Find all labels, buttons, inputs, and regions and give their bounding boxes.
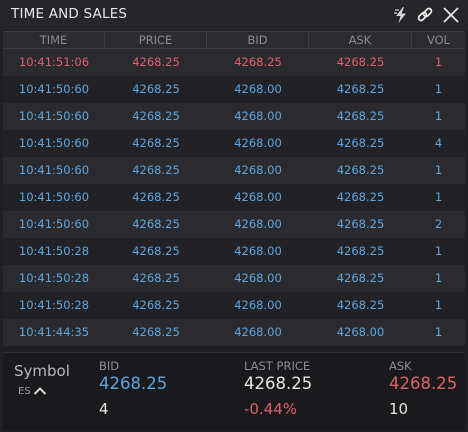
cell-ask: 4268.25 bbox=[336, 109, 385, 123]
table-row[interactable]: 10:41:50:28 4268.25 4268.00 4268.25 1 bbox=[3, 292, 465, 319]
cell-vol: 2 bbox=[434, 217, 443, 231]
cell-bid: 4268.00 bbox=[234, 136, 282, 150]
cell-ask: 4268.25 bbox=[336, 82, 385, 96]
cell-ask: 4268.25 bbox=[336, 190, 385, 204]
cell-time: 10:41:50:60 bbox=[18, 82, 90, 96]
table-row[interactable]: 10:41:50:28 4268.25 4268.00 4268.25 1 bbox=[3, 238, 465, 265]
column-header-vol[interactable]: VOL bbox=[412, 32, 465, 48]
cell-ask: 4268.25 bbox=[336, 136, 385, 150]
last-price: 4268.25 bbox=[244, 374, 313, 393]
cell-bid: 4268.00 bbox=[234, 298, 282, 312]
cell-price: 4268.25 bbox=[132, 298, 180, 312]
table-row[interactable]: 10:41:50:60 4268.25 4268.00 4268.25 4 bbox=[3, 130, 465, 157]
column-header-row: TIME PRICE BID ASK VOL bbox=[3, 31, 465, 49]
column-header-bid[interactable]: BID bbox=[207, 32, 309, 48]
symbol-label: Symbol bbox=[14, 362, 70, 380]
table-row[interactable]: 10:41:50:60 4268.25 4268.00 4268.25 1 bbox=[3, 157, 465, 184]
cell-vol: 1 bbox=[434, 163, 443, 177]
table-row[interactable]: 10:41:50:60 4268.25 4268.00 4268.25 2 bbox=[3, 211, 465, 238]
ask-label: ASK bbox=[389, 359, 412, 373]
bid-price: 4268.25 bbox=[99, 374, 168, 393]
cell-ask: 4268.00 bbox=[336, 325, 385, 339]
cell-vol: 1 bbox=[434, 55, 443, 69]
cell-vol: 1 bbox=[434, 82, 443, 96]
cell-price: 4268.25 bbox=[132, 82, 180, 96]
table-row[interactable]: 10:41:51:06 4268.25 4268.25 4268.25 1 bbox=[3, 49, 465, 76]
cell-vol: 4 bbox=[434, 136, 443, 150]
table-row[interactable]: 10:41:44:35 4268.25 4268.00 4268.00 1 bbox=[3, 319, 465, 346]
cell-bid: 4268.00 bbox=[234, 190, 282, 204]
cell-price: 4268.25 bbox=[132, 109, 180, 123]
time-and-sales-window: TIME AND SALES TIME PRICE BID ASK VOL 10… bbox=[0, 0, 468, 432]
cell-ask: 4268.25 bbox=[336, 55, 385, 69]
close-icon[interactable] bbox=[441, 5, 461, 25]
cell-price: 4268.25 bbox=[132, 136, 180, 150]
cell-ask: 4268.25 bbox=[336, 163, 385, 177]
cell-time: 10:41:51:06 bbox=[18, 55, 90, 69]
cell-vol: 1 bbox=[434, 190, 443, 204]
table-row[interactable]: 10:41:50:28 4268.25 4268.00 4268.25 1 bbox=[3, 265, 465, 292]
cell-time: 10:41:50:60 bbox=[18, 163, 90, 177]
cell-vol: 1 bbox=[434, 325, 443, 339]
cell-bid: 4268.25 bbox=[234, 55, 282, 69]
cell-bid: 4268.00 bbox=[234, 271, 282, 285]
bid-label: BID bbox=[99, 359, 120, 373]
cell-price: 4268.25 bbox=[132, 55, 180, 69]
title-bar: TIME AND SALES bbox=[0, 0, 468, 30]
cell-time: 10:41:50:60 bbox=[18, 190, 90, 204]
cell-time: 10:41:50:60 bbox=[18, 217, 90, 231]
cell-bid: 4268.00 bbox=[234, 109, 282, 123]
ask-size: 10 bbox=[389, 400, 409, 418]
cell-ask: 4268.25 bbox=[336, 271, 385, 285]
cell-bid: 4268.00 bbox=[234, 217, 282, 231]
cell-ask: 4268.25 bbox=[336, 244, 385, 258]
last-price-label: LAST PRICE bbox=[244, 359, 311, 373]
cell-bid: 4268.00 bbox=[234, 163, 282, 177]
cell-time: 10:41:50:28 bbox=[18, 298, 90, 312]
table-row[interactable]: 10:41:50:60 4268.25 4268.00 4268.25 1 bbox=[3, 184, 465, 211]
table-row[interactable]: 10:41:50:60 4268.25 4268.00 4268.25 1 bbox=[3, 76, 465, 103]
symbol-value[interactable]: ES bbox=[18, 386, 31, 397]
cell-bid: 4268.00 bbox=[234, 82, 282, 96]
last-price-change: -0.44% bbox=[244, 400, 298, 418]
lightning-bolt-icon[interactable] bbox=[392, 6, 410, 24]
window-title: TIME AND SALES bbox=[11, 6, 128, 22]
cell-vol: 1 bbox=[434, 244, 443, 258]
cell-price: 4268.25 bbox=[132, 190, 180, 204]
cell-time: 10:41:50:28 bbox=[18, 244, 90, 258]
cell-time: 10:41:50:28 bbox=[18, 271, 90, 285]
column-header-ask[interactable]: ASK bbox=[309, 32, 412, 48]
quote-footer: Symbol ES BID 4268.25 4 LAST PRICE 4268.… bbox=[3, 352, 465, 430]
cell-vol: 1 bbox=[434, 298, 443, 312]
cell-time: 10:41:50:60 bbox=[18, 109, 90, 123]
column-header-price[interactable]: PRICE bbox=[105, 32, 207, 48]
cell-price: 4268.25 bbox=[132, 244, 180, 258]
cell-time: 10:41:44:35 bbox=[18, 325, 90, 339]
trade-list: 10:41:51:06 4268.25 4268.25 4268.25 1 10:41:5… bbox=[3, 49, 465, 346]
bid-size: 4 bbox=[99, 400, 109, 418]
cell-price: 4268.25 bbox=[132, 217, 180, 231]
column-header-time[interactable]: TIME bbox=[3, 32, 105, 48]
cell-time: 10:41:50:60 bbox=[18, 136, 90, 150]
cell-ask: 4268.25 bbox=[336, 298, 385, 312]
cell-price: 4268.25 bbox=[132, 271, 180, 285]
chain-link-icon[interactable] bbox=[416, 6, 434, 24]
chevron-up-icon[interactable] bbox=[33, 386, 47, 396]
cell-vol: 1 bbox=[434, 109, 443, 123]
ask-price: 4268.25 bbox=[389, 374, 458, 393]
cell-bid: 4268.00 bbox=[234, 244, 282, 258]
cell-ask: 4268.25 bbox=[336, 217, 385, 231]
cell-price: 4268.25 bbox=[132, 325, 180, 339]
table-row[interactable]: 10:41:50:60 4268.25 4268.00 4268.25 1 bbox=[3, 103, 465, 130]
cell-price: 4268.25 bbox=[132, 163, 180, 177]
cell-vol: 1 bbox=[434, 271, 443, 285]
cell-bid: 4268.00 bbox=[234, 325, 282, 339]
